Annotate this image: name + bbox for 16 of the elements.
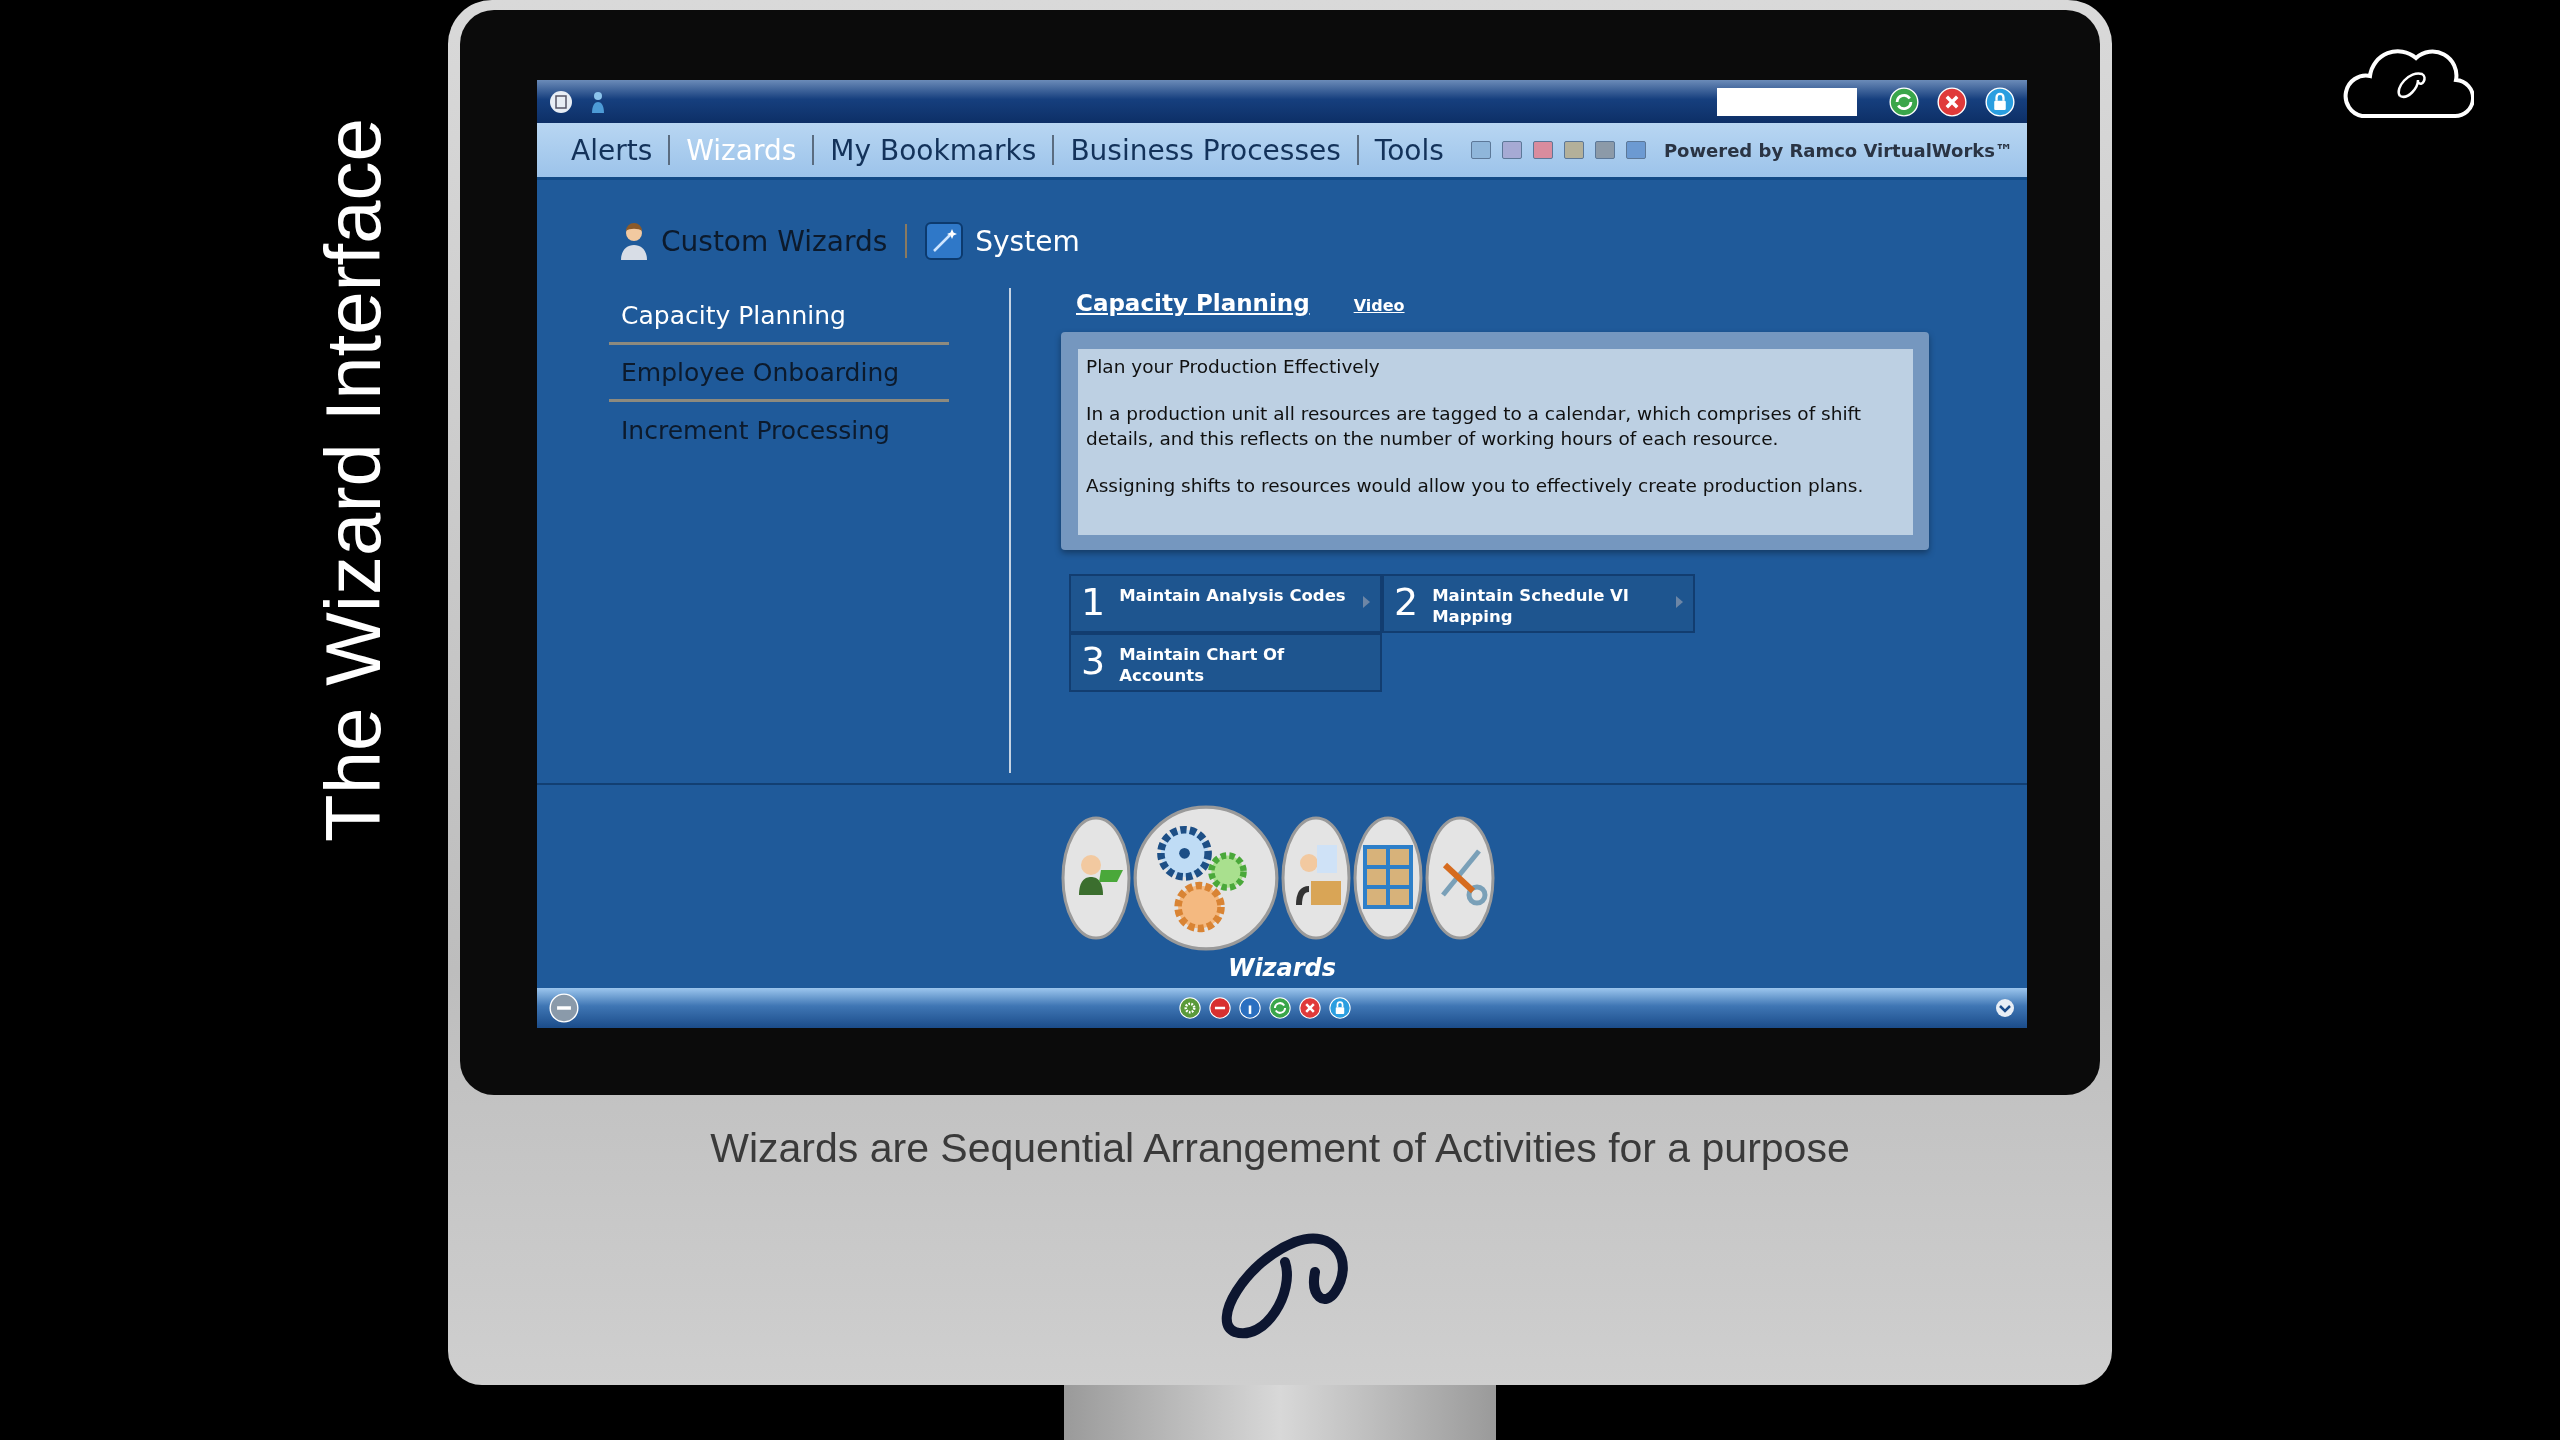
description-text: Plan your Production Effectively xyxy=(1086,355,1381,379)
slide-title: The Wizard Interface xyxy=(314,118,392,842)
wizard-group-link[interactable]: System xyxy=(925,222,1080,260)
video-link[interactable]: Video xyxy=(1353,296,1405,315)
nav-tab[interactable]: Business Processes xyxy=(1054,133,1357,167)
wizard-list-item[interactable]: Capacity Planning xyxy=(609,288,949,345)
wizard-title: Capacity Planning xyxy=(1076,290,1310,316)
nav-tab[interactable]: Alerts xyxy=(555,133,669,167)
nav-tab[interactable]: My Bookmarks xyxy=(814,133,1053,167)
description-text: In a production unit all resources are tagged to a calendar, which comprises of shift details, and this reflects on the number of working hours of each resource. xyxy=(1086,401,1862,451)
nav-tab[interactable]: Tools xyxy=(1358,133,1460,167)
wizard-step[interactable]: 1 Maintain Analysis Codes xyxy=(1069,574,1382,633)
dock-label: Wizards xyxy=(1227,954,1337,982)
powered-by-text: Powered by Ramco VirtualWorks™ xyxy=(1663,139,2013,161)
description-text: Assigning shifts to resources would allow you to effectively create production plans. xyxy=(1086,473,1865,498)
caption: Wizards are Sequential Arrangement of Activities for a purpose xyxy=(710,1125,1850,1172)
